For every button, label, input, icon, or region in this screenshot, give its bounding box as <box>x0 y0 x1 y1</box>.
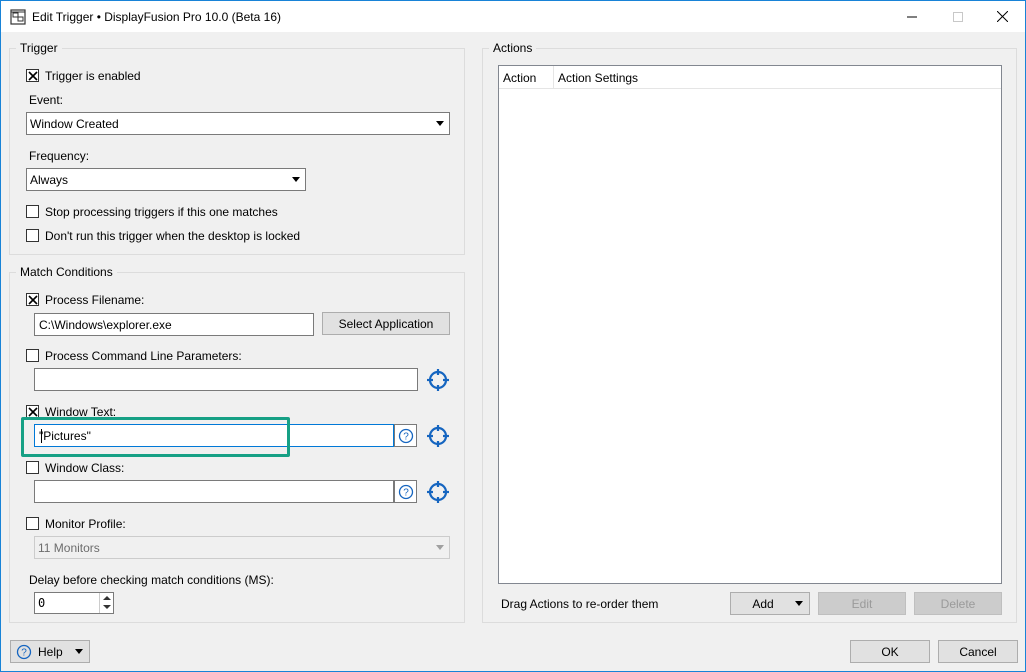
help-button[interactable]: ? Help <box>10 640 90 663</box>
stop-processing-checkbox[interactable] <box>26 205 39 218</box>
chevron-down-icon <box>75 649 83 654</box>
window-title: Edit Trigger • DisplayFusion Pro 10.0 (B… <box>32 10 281 24</box>
delay-spinner[interactable]: 0 <box>34 592 114 614</box>
chevron-down-icon <box>795 601 803 606</box>
actions-hint: Drag Actions to re-order them <box>501 597 659 611</box>
add-action-label: Add <box>752 596 774 611</box>
dont-run-locked-checkbox[interactable] <box>26 229 39 242</box>
spin-down-icon[interactable] <box>103 605 111 609</box>
stop-processing-label: Stop processing triggers if this one mat… <box>45 205 278 219</box>
event-value: Window Created <box>30 117 119 131</box>
column-separator[interactable] <box>553 66 554 89</box>
frequency-label: Frequency: <box>29 149 90 163</box>
select-application-button[interactable]: Select Application <box>322 312 450 335</box>
maximize-icon <box>953 11 963 22</box>
window-class-input[interactable] <box>34 480 394 503</box>
question-circle-icon: ? <box>398 484 413 499</box>
actions-list-header: Action Action Settings <box>499 66 1001 89</box>
delete-action-button[interactable]: Delete <box>914 592 1002 615</box>
column-header-action[interactable]: Action <box>503 71 536 85</box>
spinner-buttons[interactable] <box>99 593 113 613</box>
svg-text:?: ? <box>403 431 409 442</box>
maximize-button[interactable] <box>935 1 981 32</box>
highlight-box <box>21 417 290 457</box>
cancel-button[interactable]: Cancel <box>938 640 1018 663</box>
chevron-down-icon <box>292 177 300 182</box>
chevron-down-icon <box>436 545 444 550</box>
check-x-icon <box>28 71 38 81</box>
spin-up-icon[interactable] <box>103 596 111 600</box>
process-cmdline-label: Process Command Line Parameters: <box>45 349 242 363</box>
edit-trigger-window: Edit Trigger • DisplayFusion Pro 10.0 (B… <box>0 0 1026 672</box>
monitor-profile-label: Monitor Profile: <box>45 517 126 531</box>
process-filename-checkbox[interactable] <box>26 293 39 306</box>
trigger-enabled-checkbox[interactable] <box>26 69 39 82</box>
trigger-group-title: Trigger <box>16 41 62 55</box>
dont-run-locked-label: Don't run this trigger when the desktop … <box>45 229 301 243</box>
close-icon <box>996 11 1008 22</box>
process-filename-label: Process Filename: <box>45 293 145 307</box>
process-filename-value: C:\Windows\explorer.exe <box>39 318 172 332</box>
delay-label: Delay before checking match conditions (… <box>29 573 274 587</box>
minimize-button[interactable] <box>889 1 935 32</box>
edit-action-button[interactable]: Edit <box>818 592 906 615</box>
crosshair-icon[interactable] <box>426 480 450 504</box>
monitor-profile-dropdown[interactable]: 11 Monitors <box>34 536 450 559</box>
process-cmdline-checkbox[interactable] <box>26 349 39 362</box>
window-class-checkbox[interactable] <box>26 461 39 474</box>
svg-text:?: ? <box>403 487 409 498</box>
ok-button[interactable]: OK <box>850 640 930 663</box>
window-text-help-button[interactable]: ? <box>394 424 417 447</box>
title-bar[interactable]: Edit Trigger • DisplayFusion Pro 10.0 (B… <box>1 1 1025 32</box>
delay-value: 0 <box>38 596 46 610</box>
svg-text:?: ? <box>21 647 27 658</box>
window-class-help-button[interactable]: ? <box>394 480 417 503</box>
check-x-icon <box>28 407 38 417</box>
monitor-profile-value: 11 Monitors <box>38 541 100 555</box>
frequency-dropdown[interactable]: Always <box>26 168 306 191</box>
displayfusion-icon <box>10 9 26 25</box>
process-filename-input[interactable]: C:\Windows\explorer.exe <box>34 313 314 336</box>
crosshair-icon[interactable] <box>426 424 450 448</box>
actions-group-title: Actions <box>489 41 537 55</box>
actions-list[interactable]: Action Action Settings <box>498 65 1002 584</box>
event-label: Event: <box>29 93 64 107</box>
close-button[interactable] <box>979 1 1025 32</box>
frequency-value: Always <box>30 173 69 187</box>
check-x-icon <box>28 295 38 305</box>
trigger-enabled-label: Trigger is enabled <box>45 69 141 83</box>
match-conditions-title: Match Conditions <box>16 265 117 279</box>
monitor-profile-checkbox[interactable] <box>26 517 39 530</box>
column-header-action-settings[interactable]: Action Settings <box>558 71 638 85</box>
minimize-icon <box>907 16 917 17</box>
process-cmdline-input[interactable] <box>34 368 418 391</box>
chevron-down-icon <box>436 121 444 126</box>
event-dropdown[interactable]: Window Created <box>26 112 450 135</box>
crosshair-icon[interactable] <box>426 368 450 392</box>
add-action-button[interactable]: Add <box>730 592 810 615</box>
question-circle-icon: ? <box>398 428 413 443</box>
window-class-label: Window Class: <box>45 461 125 475</box>
help-label: Help <box>38 644 63 659</box>
question-circle-icon: ? <box>16 644 32 659</box>
